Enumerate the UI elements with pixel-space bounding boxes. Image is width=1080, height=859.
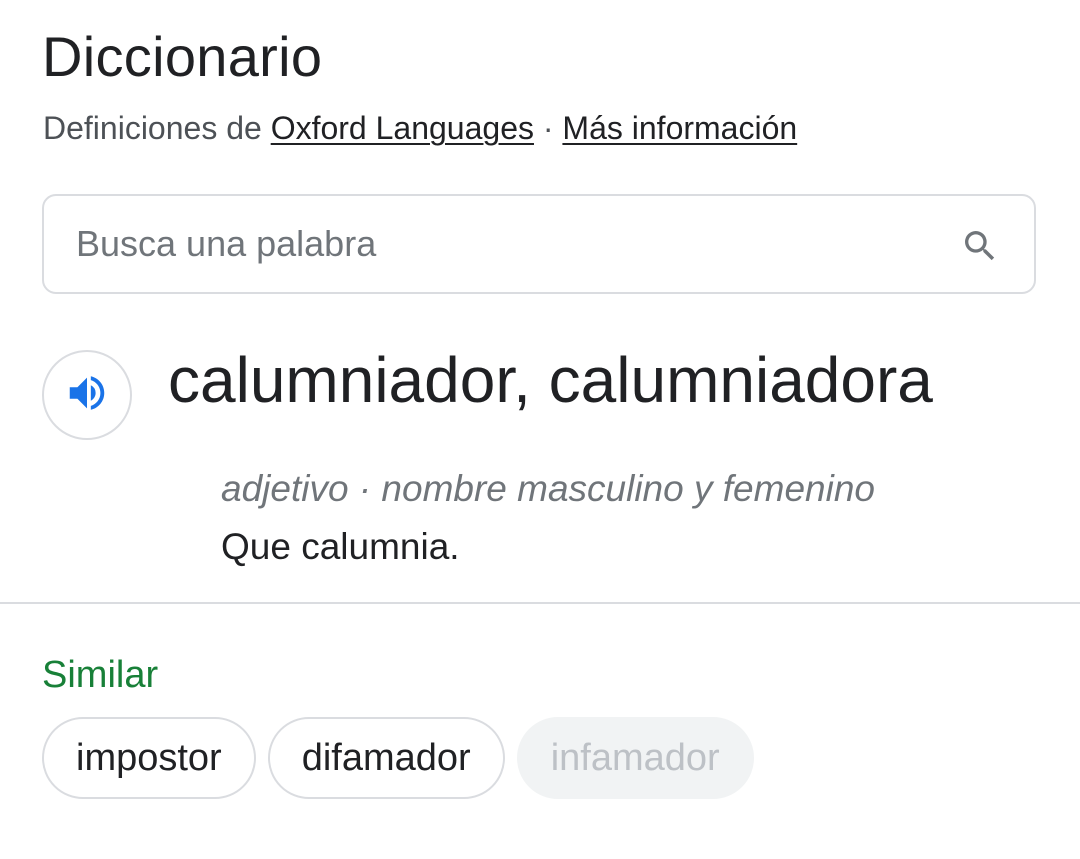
speaker-icon	[64, 370, 110, 421]
part-of-speech: adjetivo · nombre masculino y femenino	[221, 468, 875, 509]
search-icon[interactable]	[960, 226, 1000, 266]
search-input[interactable]	[76, 196, 936, 292]
search-box[interactable]	[42, 194, 1036, 294]
oxford-languages-link[interactable]: Oxford Languages	[271, 110, 534, 146]
source-prefix: Definiciones de	[43, 110, 271, 146]
similar-chip-difamador[interactable]: difamador	[267, 717, 505, 799]
similar-chip-impostor[interactable]: impostor	[42, 717, 256, 799]
divider	[0, 602, 1080, 604]
headword: calumniador, calumniadora	[168, 344, 933, 416]
pronunciation-button[interactable]	[42, 350, 132, 440]
more-info-link[interactable]: Más información	[562, 110, 797, 146]
similar-chips: impostor difamador infamador	[42, 717, 754, 799]
source-line: Definiciones de Oxford Languages · Más i…	[43, 108, 797, 148]
definition: Que calumnia.	[221, 526, 460, 567]
source-separator: ·	[533, 110, 563, 146]
similar-chip-infamador[interactable]: infamador	[516, 717, 754, 799]
similar-label: Similar	[42, 654, 159, 696]
page-title: Diccionario	[42, 25, 323, 88]
